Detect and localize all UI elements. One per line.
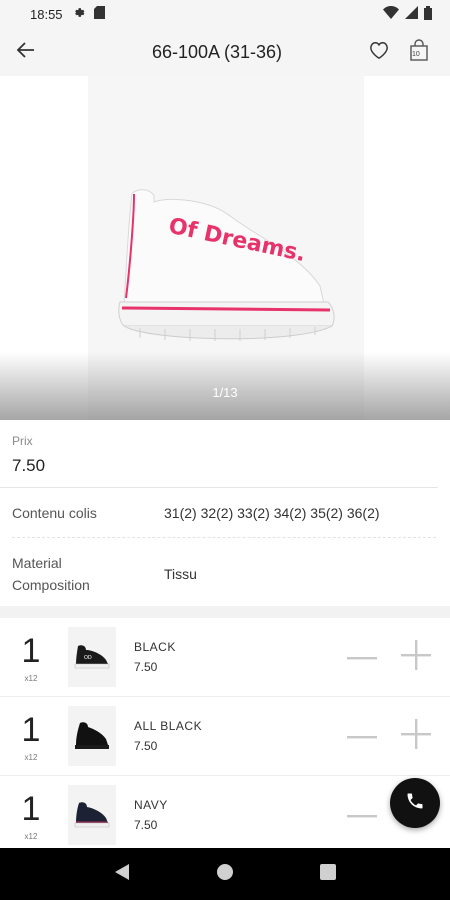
quantity-value: 1: [21, 789, 41, 828]
minus-icon: [347, 727, 377, 745]
decrease-button[interactable]: [344, 797, 380, 833]
product-image: Of Dreams.: [118, 189, 335, 341]
variant-list: 1 x12 OD BLACK 7.50 1 x12 ALL BLACK 7.50…: [0, 618, 450, 855]
quantity-stepper: [344, 718, 450, 754]
product-image-gallery[interactable]: Of Dreams. 1/13: [0, 76, 450, 420]
call-button[interactable]: [390, 778, 440, 828]
phone-icon: [405, 791, 425, 816]
colis-row: Contenu colis 31(2) 32(2) 33(2) 34(2) 35…: [12, 488, 436, 538]
settings-icon: [73, 6, 86, 22]
plus-icon: [401, 718, 431, 754]
image-counter: 1/13: [212, 385, 238, 400]
material-value: Tissu: [164, 566, 197, 582]
variant-row: 1 x12 ALL BLACK 7.50: [0, 697, 450, 776]
variant-quantity: 1 x12: [0, 618, 62, 697]
favorite-button[interactable]: [364, 37, 394, 67]
svg-text:OD: OD: [84, 655, 92, 661]
variant-color: NAVY: [134, 798, 168, 812]
variant-row: 1 x12 OD BLACK 7.50: [0, 618, 450, 697]
page-title: 66-100A (31-36): [151, 41, 283, 62]
variant-thumbnail[interactable]: OD: [68, 627, 116, 687]
sd-card-icon: [93, 6, 105, 22]
back-arrow-icon: [16, 40, 36, 65]
cart-button[interactable]: 10: [404, 37, 434, 67]
minus-icon: [347, 648, 377, 666]
quantity-multiplier: x12: [24, 831, 38, 841]
variant-price: 7.50: [134, 660, 158, 674]
quantity-multiplier: x12: [24, 673, 38, 683]
status-bar: 18:55: [0, 0, 450, 28]
back-button[interactable]: [0, 28, 52, 76]
quantity-stepper: [344, 639, 450, 675]
variant-quantity: 1 x12: [0, 697, 62, 776]
quantity-value: 1: [21, 631, 41, 670]
variant-price: 7.50: [134, 818, 158, 832]
variant-color: ALL BLACK: [134, 719, 203, 733]
plus-icon: [401, 639, 431, 675]
system-nav-bar: [0, 848, 450, 900]
cart-count-badge: 10: [412, 51, 420, 58]
decrease-button[interactable]: [344, 639, 380, 675]
nav-home-button[interactable]: [205, 854, 245, 894]
quantity-value: 1: [21, 710, 41, 749]
minus-icon: [347, 806, 377, 824]
nav-recents-button[interactable]: [308, 854, 348, 894]
section-divider: [0, 606, 450, 618]
app-bar: 66-100A (31-36) 10: [0, 28, 450, 76]
material-label: Material Composition: [12, 555, 90, 593]
material-row: Material Composition Tissu: [12, 538, 436, 610]
variant-price: 7.50: [134, 739, 158, 753]
price-block: Prix 7.50: [0, 420, 438, 488]
colis-label: Contenu colis: [12, 504, 97, 521]
square-recents-icon: [320, 863, 337, 885]
variant-thumbnail[interactable]: [68, 706, 116, 766]
variant-quantity: 1 x12: [0, 776, 62, 855]
increase-button[interactable]: [398, 718, 434, 754]
product-details: Prix 7.50 Contenu colis 31(2) 32(2) 33(2…: [0, 420, 450, 610]
price-label: Prix: [12, 434, 33, 448]
battery-icon: [424, 5, 432, 23]
circle-home-icon: [216, 863, 234, 886]
increase-button[interactable]: [398, 639, 434, 675]
variant-color: BLACK: [134, 640, 176, 654]
status-time: 18:55: [30, 6, 63, 22]
wifi-icon: [383, 6, 399, 22]
nav-back-button[interactable]: [102, 854, 142, 894]
heart-icon: [368, 40, 390, 65]
decrease-button[interactable]: [344, 718, 380, 754]
colis-value: 31(2) 32(2) 33(2) 34(2) 35(2) 36(2): [164, 504, 380, 521]
triangle-back-icon: [114, 863, 130, 886]
signal-icon: [405, 6, 418, 22]
price-value: 7.50: [12, 456, 46, 475]
variant-row: 1 x12 NAVY 7.50: [0, 776, 450, 855]
variant-thumbnail[interactable]: [68, 785, 116, 845]
quantity-multiplier: x12: [24, 752, 38, 762]
